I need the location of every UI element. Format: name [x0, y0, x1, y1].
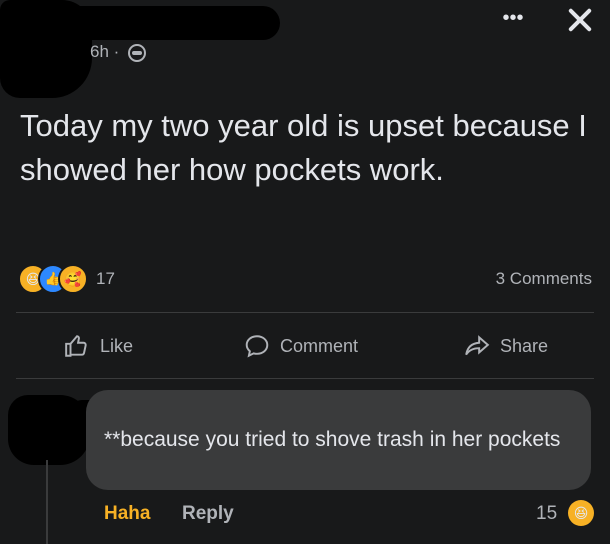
divider-top: [16, 312, 594, 313]
more-options-icon[interactable]: •••: [500, 8, 526, 28]
comment-haha-button[interactable]: Haha: [104, 503, 150, 525]
share-icon: [465, 335, 490, 356]
close-icon[interactable]: [562, 2, 598, 38]
globe-icon: [128, 44, 146, 62]
redaction-name: [20, 6, 280, 40]
care-reaction-icon: 🥰: [58, 264, 88, 294]
post-text: Today my two year old is upset because I…: [20, 108, 587, 187]
haha-reaction-icon: 😆: [568, 500, 594, 526]
comment-reaction-count[interactable]: 15: [536, 503, 557, 525]
like-label: Like: [100, 335, 134, 356]
post-timestamp: 6h ·: [90, 42, 120, 61]
divider-bottom: [16, 378, 594, 379]
like-icon: [65, 335, 87, 357]
share-button[interactable]: Share: [464, 330, 548, 362]
reactions-summary[interactable]: 😆 👍 🥰: [18, 264, 98, 294]
reaction-count[interactable]: 17: [96, 269, 115, 289]
comment-icon: [245, 335, 269, 358]
thread-line: [46, 460, 48, 544]
like-button[interactable]: Like: [64, 330, 133, 362]
comment-label: Comment: [280, 335, 359, 356]
share-label: Share: [500, 335, 549, 356]
comments-count[interactable]: 3 Comments: [470, 269, 592, 289]
comment-button[interactable]: Comment: [244, 330, 358, 362]
comment-text: **because you tried to shove trash in he…: [104, 428, 561, 451]
comment-reply-button[interactable]: Reply: [182, 503, 234, 525]
